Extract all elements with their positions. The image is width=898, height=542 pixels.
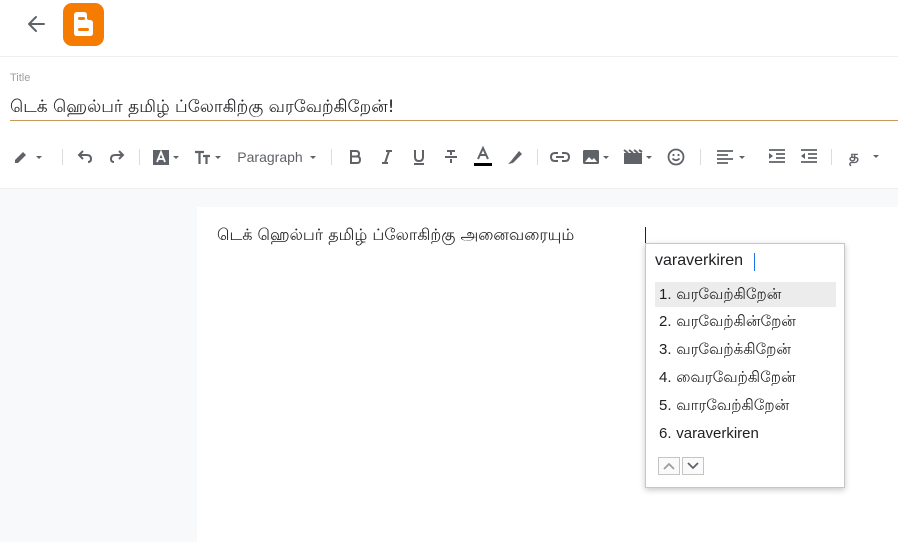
insert-video-button[interactable]	[622, 141, 656, 173]
strikethrough-icon	[445, 150, 457, 163]
toolbar-separator	[139, 149, 140, 165]
candidate-item[interactable]: 3. வரவேற்க்கிறேன்	[655, 337, 836, 362]
font-icon	[153, 149, 179, 165]
italic-icon	[382, 150, 392, 164]
indent-button[interactable]	[764, 141, 790, 173]
title-label: Title	[10, 72, 31, 84]
paragraph-label: Paragraph	[237, 149, 303, 165]
candidate-item[interactable]: 5. வாரவேற்கிறேன்	[655, 393, 836, 418]
link-button[interactable]	[547, 141, 573, 173]
chevron-down-icon	[309, 156, 316, 159]
toolbar-separator	[62, 149, 63, 165]
chevron-down-icon	[872, 155, 879, 158]
underline-icon	[414, 150, 424, 165]
indent-icon	[769, 149, 785, 163]
highlight-button[interactable]	[503, 141, 527, 173]
bold-button[interactable]	[343, 141, 367, 173]
candidate-number: 5.	[659, 397, 672, 414]
toolbar-separator	[831, 149, 832, 165]
candidate-text: varaverkiren	[676, 425, 759, 442]
bold-icon	[350, 150, 362, 164]
image-icon	[583, 150, 609, 164]
text-color-icon	[474, 145, 492, 166]
candidate-number: 6.	[659, 425, 672, 442]
redo-icon	[109, 150, 125, 163]
arrow-back-icon	[28, 16, 45, 32]
header-divider	[0, 56, 898, 57]
insert-image-button[interactable]	[580, 141, 614, 173]
candidate-number: 3.	[659, 341, 672, 358]
pencil-icon	[15, 152, 42, 163]
highlight-icon	[508, 151, 522, 164]
post-title-input[interactable]: டெக் ஹெல்பர் தமிழ் ப்லோகிற்கு வரவேற்கிறே…	[10, 95, 890, 119]
next-page-button[interactable]	[682, 457, 704, 475]
font-button[interactable]	[150, 141, 184, 173]
toolbar-separator	[331, 149, 332, 165]
text-size-button[interactable]	[192, 141, 226, 173]
candidate-text: வரவேற்க்கிறேன்	[676, 340, 791, 358]
undo-button[interactable]	[72, 141, 98, 173]
candidate-number: 2.	[659, 313, 672, 330]
text-caret	[645, 227, 646, 244]
title-underline	[10, 120, 898, 121]
undo-icon	[77, 150, 93, 163]
alignment-dropdown[interactable]	[714, 141, 750, 173]
candidate-item[interactable]: 6. varaverkiren	[655, 421, 836, 446]
editor-toolbar: Paragraph த	[0, 141, 898, 173]
candidate-text: வரவேற்கின்றேன்	[676, 312, 796, 330]
input-tools-button[interactable]: த	[840, 141, 890, 173]
outdent-icon	[801, 149, 817, 163]
video-icon	[623, 149, 652, 164]
strikethrough-button[interactable]	[439, 141, 463, 173]
emoji-icon	[667, 148, 685, 166]
candidate-number: 4.	[659, 369, 672, 386]
input-tools-icon: த	[849, 147, 859, 165]
italic-button[interactable]	[375, 141, 399, 173]
compose-mode-button[interactable]	[8, 141, 46, 173]
text-size-icon	[195, 150, 221, 164]
toolbar-separator	[537, 149, 538, 165]
outdent-button[interactable]	[796, 141, 822, 173]
chevron-up-icon	[663, 462, 675, 470]
candidate-text: வைரவேற்கிறேன்	[676, 368, 796, 386]
candidate-number: 1.	[659, 286, 672, 303]
candidate-text: வரவேற்கிறேன்	[676, 285, 782, 303]
input-caret	[754, 253, 755, 271]
previous-page-button[interactable]	[658, 457, 680, 475]
toolbar-separator	[700, 149, 701, 165]
paragraph-style-dropdown[interactable]: Paragraph	[234, 141, 324, 173]
transliteration-popup: varaverkiren 1. வரவேற்கிறேன் 2. வரவேற்கி…	[645, 243, 845, 488]
candidate-item[interactable]: 4. வைரவேற்கிறேன்	[655, 365, 836, 390]
text-color-swatch	[474, 163, 492, 166]
blogger-logo-icon	[63, 3, 104, 46]
underline-button[interactable]	[407, 141, 431, 173]
post-body-text[interactable]: டெக் ஹெல்பர் தமிழ் ப்லோகிற்கு அனைவரையும்	[217, 222, 574, 248]
text-color-button[interactable]	[470, 141, 496, 173]
transliteration-input[interactable]: varaverkiren	[655, 252, 743, 270]
back-button[interactable]	[20, 10, 52, 38]
candidate-text: வாரவேற்கிறேன்	[676, 396, 790, 414]
blogger-logo[interactable]	[63, 3, 104, 46]
redo-button[interactable]	[104, 141, 130, 173]
link-icon	[549, 152, 571, 162]
candidate-item[interactable]: 2. வரவேற்கின்றேன்	[655, 309, 836, 334]
chevron-down-icon	[687, 462, 699, 470]
candidate-item[interactable]: 1. வரவேற்கிறேன்	[655, 282, 836, 307]
insert-emoji-button[interactable]	[664, 141, 688, 173]
align-icon	[717, 150, 745, 164]
